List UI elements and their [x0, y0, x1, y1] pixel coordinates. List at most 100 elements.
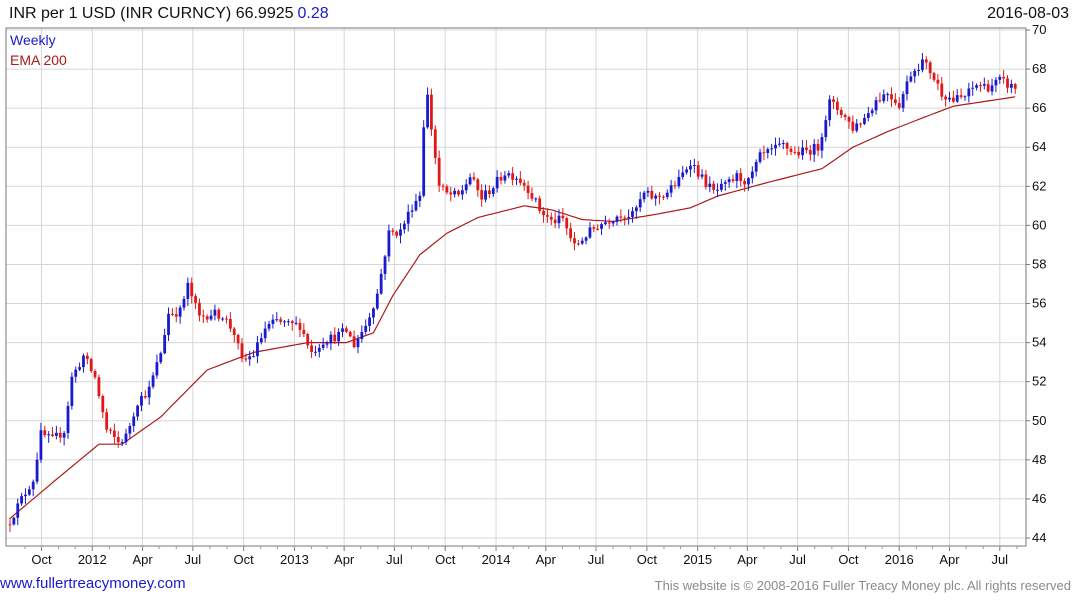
candle — [940, 76, 944, 101]
candle-body — [132, 416, 136, 427]
candle-body — [31, 481, 35, 490]
candle-body — [85, 355, 89, 360]
y-tick-label: 66 — [1032, 100, 1046, 115]
candle — [228, 311, 232, 332]
candle-body — [522, 182, 526, 186]
candle — [51, 426, 54, 438]
candle-body — [406, 211, 410, 224]
candle — [921, 52, 924, 73]
candle-body — [480, 190, 484, 200]
candle-body — [766, 149, 770, 153]
candle-body — [476, 179, 480, 191]
candle — [669, 179, 673, 198]
candle-body — [971, 87, 975, 89]
candle — [182, 295, 186, 311]
candle-body — [793, 151, 797, 153]
footer-copyright: This website is © 2008-2016 Fuller Treac… — [654, 578, 1071, 593]
candle-body — [437, 157, 441, 186]
candle-body — [820, 137, 824, 151]
candle-body — [623, 217, 627, 219]
candle-body — [151, 375, 155, 387]
candle-body — [747, 178, 750, 185]
candle-body — [97, 377, 101, 397]
candle — [232, 326, 236, 343]
candle-body — [306, 334, 310, 346]
footer-url-link[interactable]: www.fullertreacymoney.com — [0, 575, 186, 592]
candle — [20, 492, 23, 506]
candle-body — [866, 113, 870, 118]
candle-body — [638, 199, 642, 208]
candle-body — [155, 362, 159, 376]
candle-body — [959, 95, 963, 97]
candle — [112, 423, 116, 445]
candle — [147, 380, 151, 405]
candle — [866, 106, 870, 122]
candle — [457, 189, 460, 197]
candle — [542, 207, 545, 223]
candle — [151, 372, 155, 389]
candle — [750, 166, 754, 184]
candle — [159, 351, 163, 365]
candle — [58, 427, 62, 443]
candle-body — [828, 99, 832, 121]
candle-body — [1013, 83, 1017, 89]
candle — [824, 115, 828, 142]
candle — [453, 187, 457, 198]
x-tick-label: Apr — [132, 552, 153, 567]
candle-body — [93, 370, 97, 378]
candle — [951, 90, 955, 104]
candle-body — [839, 109, 843, 116]
candle-body — [584, 237, 588, 241]
candle — [631, 207, 634, 223]
candle — [530, 187, 534, 202]
candle — [928, 60, 932, 80]
candle-body — [201, 315, 205, 317]
candle — [221, 316, 225, 322]
candle-body — [797, 151, 801, 156]
y-tick-label: 44 — [1032, 530, 1046, 545]
candle-body — [383, 256, 387, 274]
candle-body — [259, 338, 263, 343]
candle — [716, 183, 719, 198]
candle-body — [553, 219, 557, 224]
candle-body — [279, 319, 283, 322]
candle-body — [812, 144, 816, 155]
candle — [62, 430, 66, 446]
candle-body — [998, 76, 1002, 80]
candle-body — [565, 218, 569, 229]
candle — [82, 353, 85, 373]
price-chart: 44 46 48 50 52 54 56 58 60 62 64 66 68 70 Oct 2012 Apr J… — [5, 22, 1046, 567]
candle-body — [236, 334, 240, 344]
candle-body — [928, 62, 932, 74]
candle-body — [286, 321, 290, 323]
candle — [449, 186, 453, 202]
candle-body — [600, 224, 603, 229]
candle — [584, 236, 588, 245]
candle-body — [217, 309, 221, 319]
candle-body — [975, 85, 978, 88]
candle — [673, 180, 677, 190]
candle-body — [785, 143, 789, 149]
candle — [781, 139, 785, 150]
candle — [279, 316, 283, 325]
ema-200-line — [9, 96, 1016, 519]
candle-body — [534, 198, 538, 200]
candle-body — [781, 143, 785, 145]
candle — [692, 158, 696, 173]
candle-body — [700, 174, 704, 177]
candle-body — [488, 190, 491, 194]
candle-body — [1006, 78, 1009, 88]
candle-body — [62, 433, 66, 438]
candle-body — [232, 328, 236, 335]
candle — [317, 344, 321, 358]
candle — [785, 141, 789, 156]
candle-body — [631, 211, 634, 217]
legend-frequency: Weekly — [10, 32, 56, 48]
candle-body — [16, 503, 20, 518]
candle-body — [430, 94, 433, 130]
candle — [689, 159, 692, 177]
candle-body — [43, 430, 47, 436]
candle-body — [348, 331, 352, 337]
candle-body — [743, 181, 746, 185]
candle — [719, 179, 723, 192]
